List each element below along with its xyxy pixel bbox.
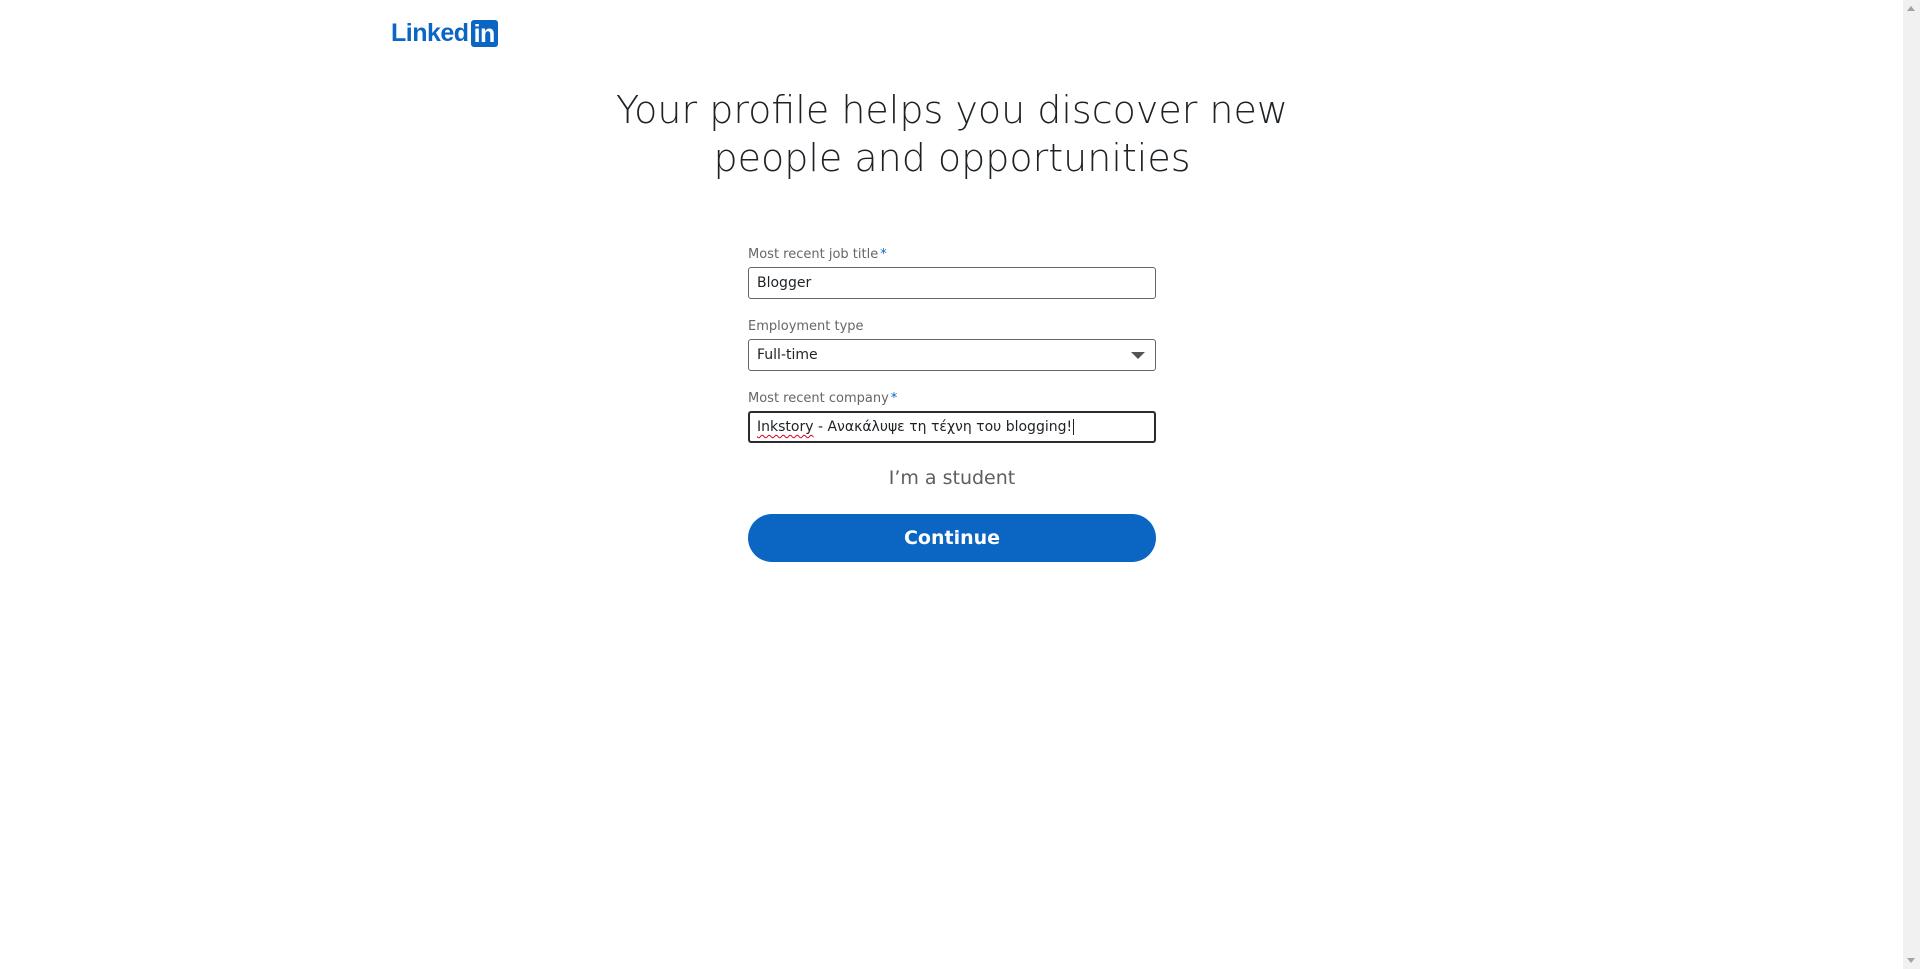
company-value-misspelled: Inkstory bbox=[757, 419, 814, 435]
profile-form: Most recent job title * Blogger Employmen… bbox=[748, 246, 1156, 562]
job-title-label: Most recent job title * bbox=[748, 246, 1156, 263]
logo-in-box: in bbox=[470, 20, 498, 48]
job-title-value: Blogger bbox=[757, 275, 812, 291]
company-value-rest: - Ανακάλυψε τη τέχνη του blogging! bbox=[813, 419, 1073, 435]
logo-text: Linked bbox=[391, 19, 469, 47]
employment-type-select[interactable]: Full-time bbox=[748, 339, 1156, 371]
page-title-line-2: people and opportunities bbox=[713, 136, 1191, 180]
company-label: Most recent company * bbox=[748, 390, 1156, 407]
required-marker: * bbox=[880, 247, 887, 262]
employment-type-selected-value: Full-time bbox=[757, 347, 818, 363]
company-field-group: Most recent company * Inkstory - Ανακάλυψ… bbox=[748, 390, 1156, 443]
company-label-text: Most recent company bbox=[748, 391, 889, 406]
job-title-label-text: Most recent job title bbox=[748, 247, 879, 262]
page-title-line-1: Your profile helps you discover new bbox=[616, 88, 1288, 132]
linkedin-logo[interactable]: Linked in bbox=[391, 19, 498, 48]
im-a-student-link[interactable]: I’m a student bbox=[748, 465, 1156, 491]
employment-type-label: Employment type bbox=[748, 319, 864, 334]
required-marker: * bbox=[890, 391, 898, 406]
vertical-scrollbar[interactable] bbox=[1903, 0, 1920, 969]
job-title-input[interactable]: Blogger bbox=[748, 267, 1156, 299]
job-title-field-group: Most recent job title * Blogger bbox=[748, 246, 1156, 299]
employment-type-field-group: Employment type Full-time bbox=[748, 318, 1156, 371]
page: Linked in Your profile helps you discover… bbox=[0, 0, 1920, 969]
page-title: Your profile helps you discover new peop… bbox=[560, 86, 1344, 182]
text-cursor bbox=[1073, 419, 1075, 435]
scroll-up-arrow-icon[interactable] bbox=[1907, 6, 1915, 11]
scroll-down-arrow-icon[interactable] bbox=[1907, 958, 1915, 963]
company-input[interactable]: Inkstory - Ανακάλυψε τη τέχνη του bloggi… bbox=[748, 411, 1156, 443]
chevron-down-icon bbox=[1131, 352, 1145, 359]
continue-button[interactable]: Continue bbox=[748, 514, 1156, 562]
